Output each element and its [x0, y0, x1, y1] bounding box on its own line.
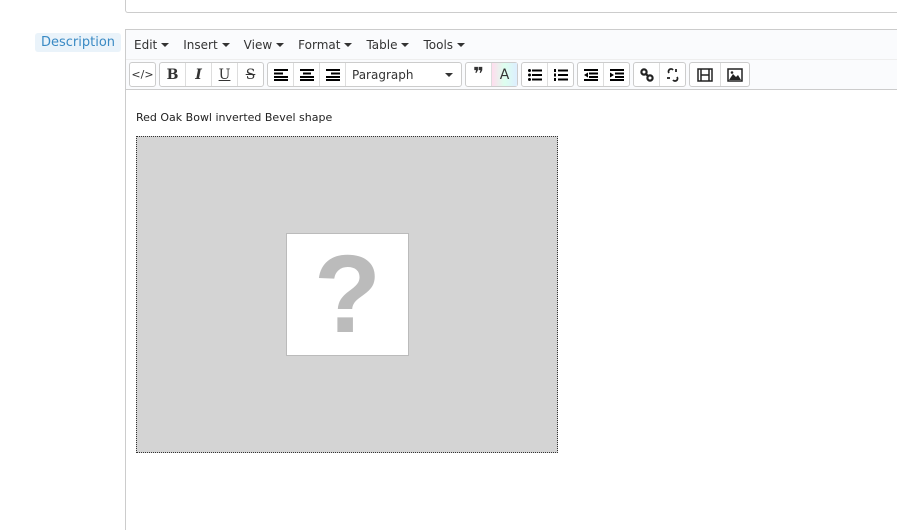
text-color-button[interactable]: A — [492, 63, 517, 86]
link-icon — [639, 67, 654, 82]
underline-button[interactable]: U — [212, 63, 238, 86]
align-right-icon — [325, 68, 340, 81]
menubar: Edit Insert View Format Table Tools — [126, 30, 897, 60]
numbered-list-button[interactable] — [548, 63, 573, 86]
outdent-button[interactable] — [578, 63, 604, 86]
image-icon — [727, 67, 743, 82]
indent-icon — [609, 68, 624, 81]
toolbar: </> B I U S Paragraph ❞ A — [126, 60, 897, 90]
caret-down-icon — [457, 43, 466, 47]
align-center-button[interactable] — [294, 63, 320, 86]
align-center-icon — [299, 68, 314, 81]
caret-down-icon — [344, 43, 353, 47]
description-label: Description — [35, 33, 122, 52]
text-color-icon: A — [499, 66, 510, 83]
caret-down-icon — [276, 43, 285, 47]
caret-down-icon — [445, 72, 453, 77]
insert-media-button[interactable] — [690, 63, 721, 86]
menu-view[interactable]: View — [244, 38, 285, 52]
block-format-select[interactable]: Paragraph — [346, 63, 461, 86]
indent-button[interactable] — [604, 63, 629, 86]
caret-down-icon — [401, 43, 410, 47]
caret-down-icon — [161, 43, 170, 47]
outdent-icon — [583, 68, 598, 81]
previous-field-box — [125, 0, 897, 13]
blockquote-button[interactable]: ❞ — [466, 63, 492, 86]
broken-image-icon: ? — [286, 233, 409, 356]
align-left-icon — [273, 68, 288, 81]
rich-text-editor: Edit Insert View Format Table Tools </> … — [125, 29, 897, 530]
bold-button[interactable]: B — [160, 63, 186, 86]
bullet-list-icon — [527, 68, 542, 81]
menu-edit[interactable]: Edit — [134, 38, 170, 52]
quote-icon: ❞ — [473, 64, 484, 85]
numbered-list-icon — [553, 68, 568, 81]
strikethrough-button[interactable]: S — [238, 63, 263, 86]
menu-tools[interactable]: Tools — [423, 38, 466, 52]
film-icon — [697, 67, 713, 82]
caret-down-icon — [221, 43, 230, 47]
remove-link-button[interactable] — [660, 63, 685, 86]
description-text: Red Oak Bowl inverted Bevel shape — [136, 111, 333, 124]
menu-table[interactable]: Table — [366, 38, 410, 52]
insert-link-button[interactable] — [634, 63, 660, 86]
menu-format[interactable]: Format — [298, 38, 353, 52]
menu-insert[interactable]: Insert — [183, 38, 230, 52]
unlink-icon — [666, 67, 678, 82]
align-right-button[interactable] — [320, 63, 346, 86]
insert-image-button[interactable] — [721, 63, 749, 86]
bullet-list-button[interactable] — [522, 63, 548, 86]
italic-button[interactable]: I — [186, 63, 212, 86]
embedded-image[interactable]: ? — [136, 136, 558, 453]
source-code-button[interactable]: </> — [130, 63, 155, 86]
align-left-button[interactable] — [268, 63, 294, 86]
